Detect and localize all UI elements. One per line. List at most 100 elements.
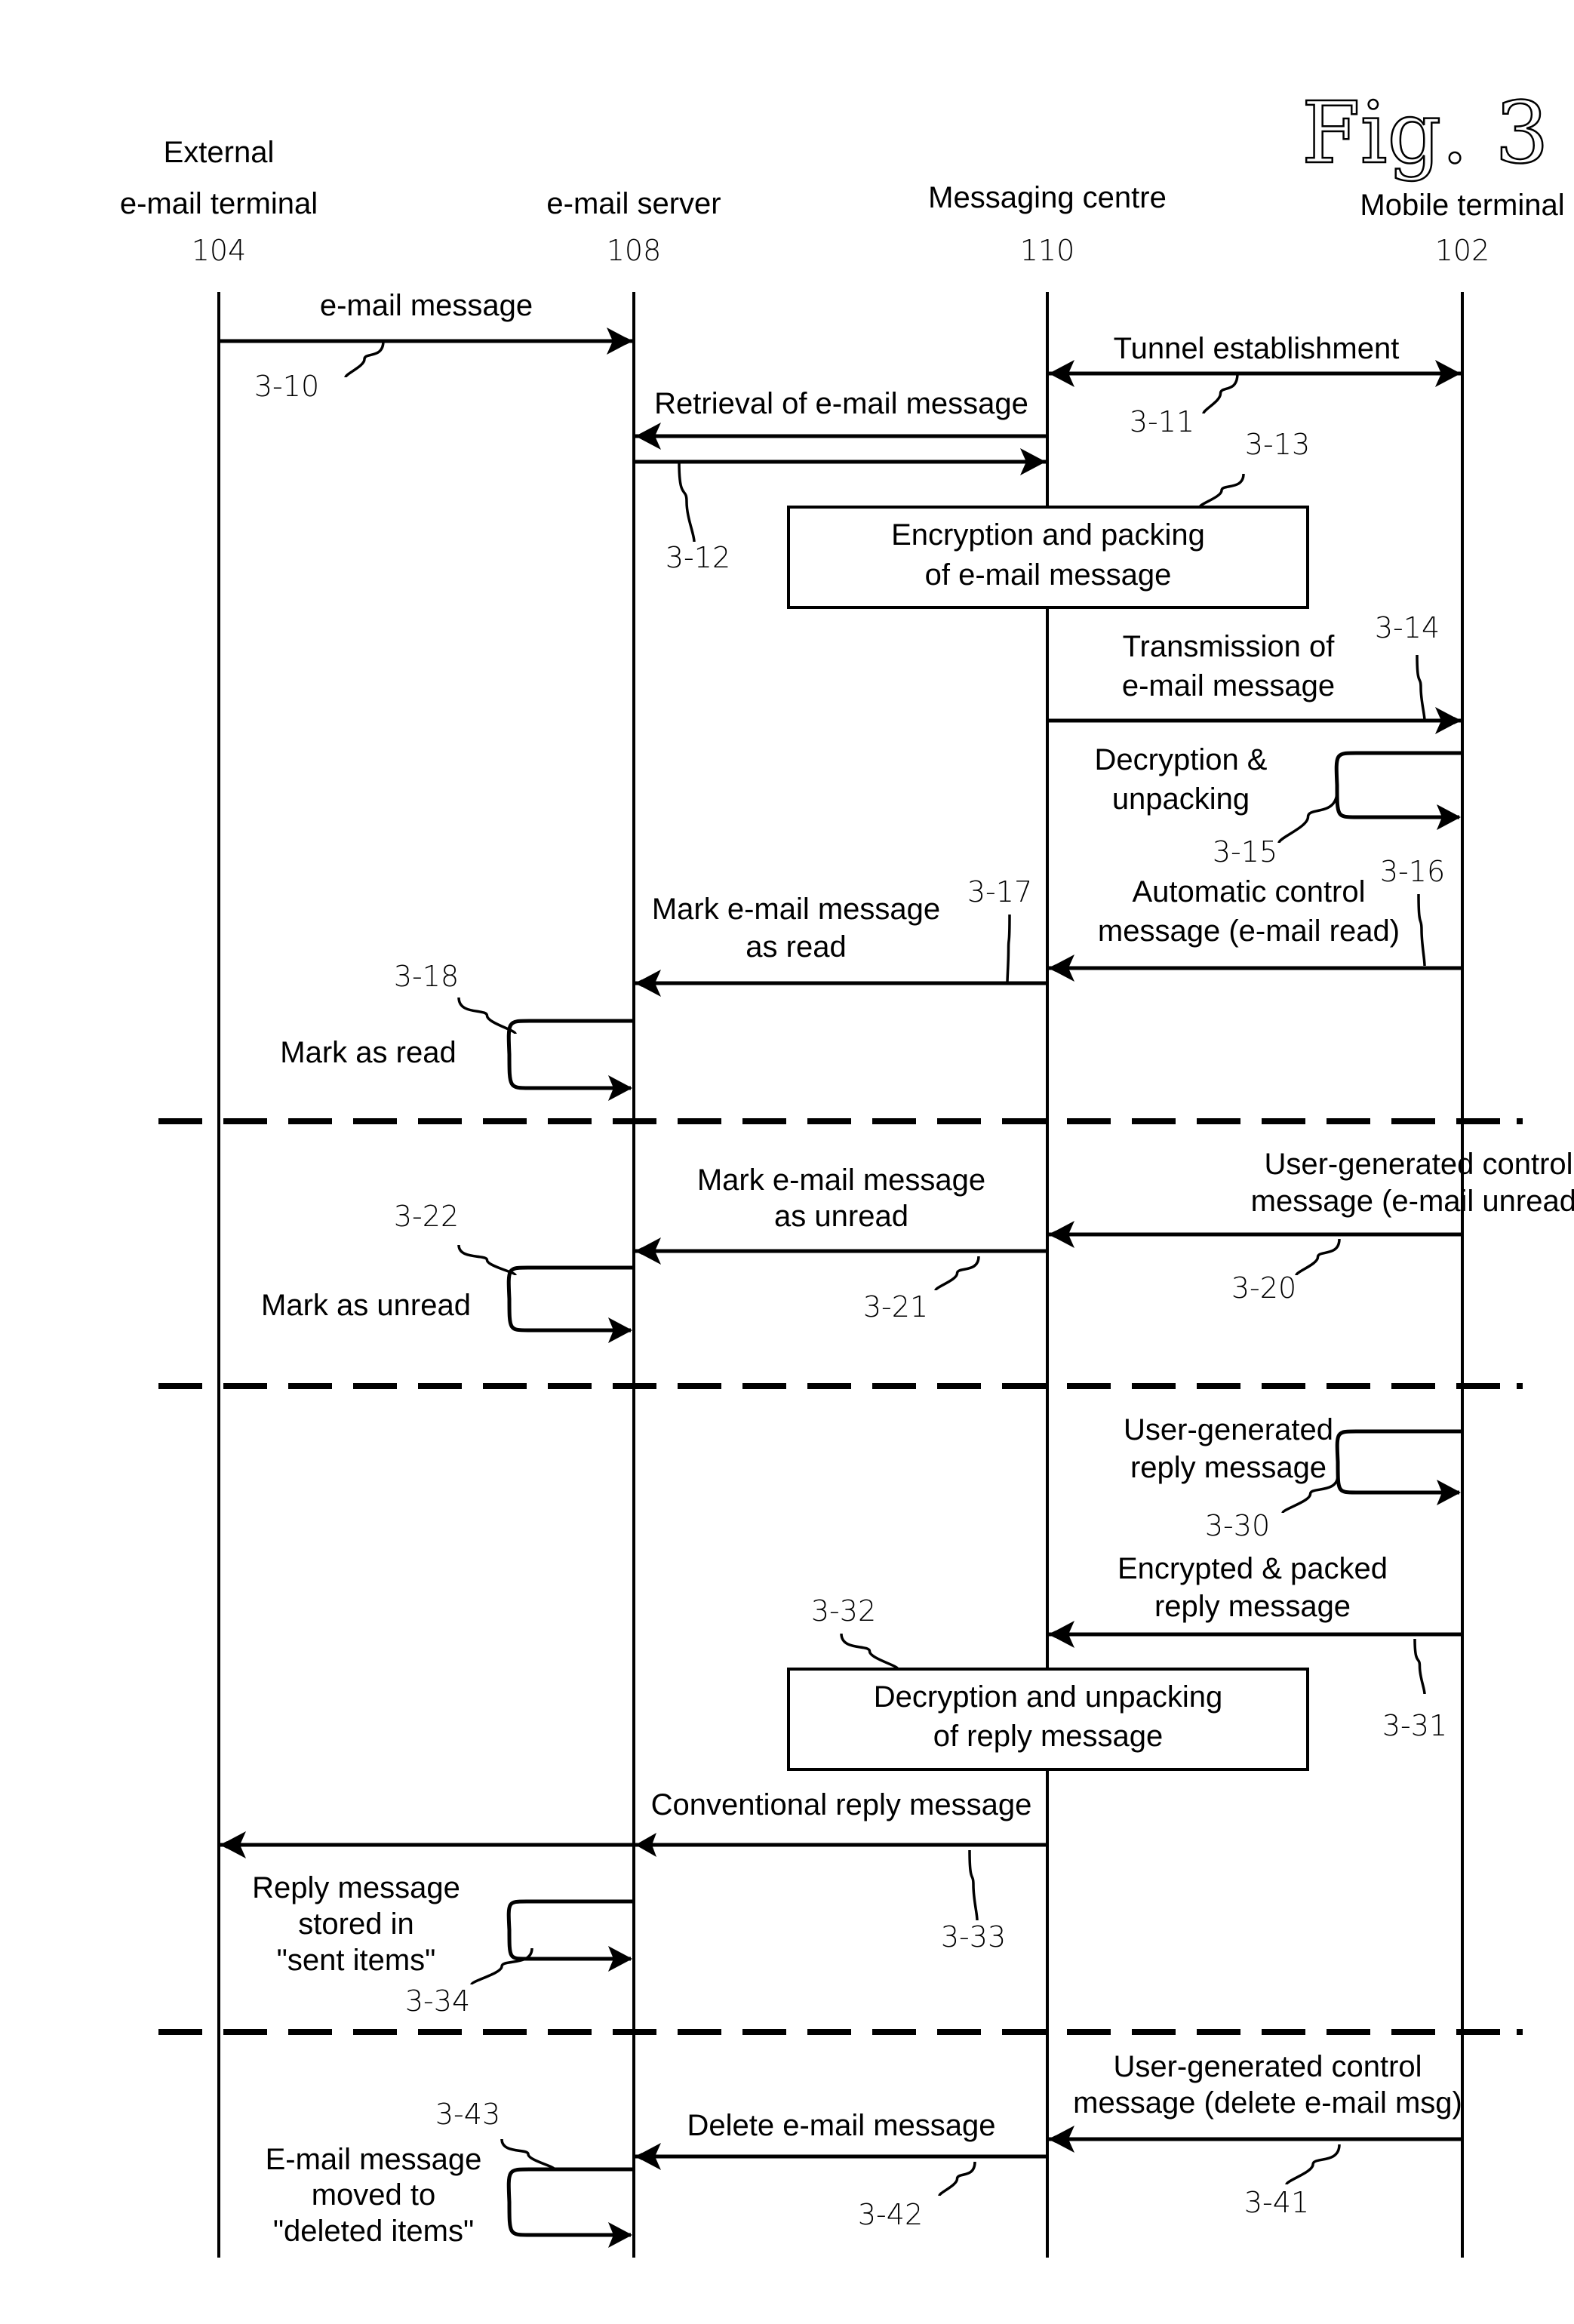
message-label: Reply message	[252, 1871, 460, 1904]
step-ref-number: 3-43	[435, 2098, 500, 2131]
message-label: Decryption &	[1095, 743, 1268, 776]
step-ref-number: 3-22	[394, 1200, 459, 1233]
message-label: Mark e-mail message	[697, 1164, 985, 1197]
reference-leader-line	[934, 1256, 980, 1291]
message-3-30: User-generated reply message 3-30	[1124, 1413, 1462, 1542]
message-3-10: e-mail message 3-10	[219, 289, 633, 403]
message-label: Automatic control	[1132, 875, 1365, 908]
message-3-14: Transmission of e-mail message 3-14	[1047, 611, 1462, 734]
reference-leader-line	[678, 461, 696, 543]
message-label: User-generated	[1124, 1413, 1333, 1446]
self-loop-arrow	[1335, 1429, 1462, 1495]
reference-leader-line	[457, 1244, 517, 1277]
message-label: unpacking	[1112, 782, 1250, 816]
message-label: stored in	[298, 1907, 413, 1941]
message-3-43: E-mail messagemoved to"deleted items" 3-4…	[266, 2098, 634, 2248]
participant-mc: Messaging centre 110	[928, 181, 1167, 267]
message-label: Conventional reply message	[651, 1788, 1032, 1821]
step-ref-number: 3-20	[1231, 1271, 1296, 1305]
message-label: E-mail message	[266, 2143, 482, 2176]
message-label: message (delete e-mail msg)	[1073, 2086, 1462, 2120]
participant-ref-number: 102	[1435, 234, 1490, 267]
message-label: message (e-mail unread)	[1251, 1185, 1574, 1218]
message-label: "sent items"	[277, 1944, 436, 1977]
separator-end-dot	[1517, 1118, 1523, 1124]
reference-leader-line	[1285, 2144, 1341, 2185]
self-loop-arrow	[506, 1265, 634, 1333]
message-label: of e-mail message	[925, 558, 1172, 592]
step-ref-number: 3-34	[405, 1984, 470, 2018]
step-ref-number: 3-14	[1375, 611, 1440, 644]
participant-name: Messaging centre	[928, 181, 1167, 214]
step-ref-number: 3-31	[1382, 1709, 1447, 1742]
step-ref-number: 3-17	[967, 875, 1032, 908]
message-3-18: Mark as read 3-18	[280, 960, 634, 1101]
message-label: Mark as unread	[261, 1289, 471, 1322]
step-ref-number: 3-10	[254, 370, 319, 403]
reference-leader-line	[1006, 914, 1011, 984]
step-ref-number: 3-16	[1380, 855, 1445, 888]
reference-leader-line	[1295, 1238, 1341, 1276]
participant-mob: Mobile terminal 102	[1360, 189, 1564, 267]
message-label: User-generated control	[1264, 1148, 1572, 1181]
reference-leader-line	[500, 2138, 556, 2171]
separator-end-dot	[1517, 1383, 1523, 1389]
message-3-15: Decryption & unpacking 3-15	[1095, 743, 1462, 868]
step-ref-number: 3-13	[1245, 428, 1310, 461]
reference-leader-line	[1198, 473, 1245, 508]
reference-leader-line	[938, 2161, 976, 2196]
step-ref-number: 3-12	[666, 541, 730, 574]
message-label: Mark e-mail message	[652, 893, 940, 926]
message-label: e-mail message	[1122, 669, 1335, 702]
step-ref-number: 3-18	[394, 960, 459, 993]
reference-leader-line	[457, 997, 517, 1035]
message-label: Delete e-mail message	[687, 2109, 995, 2142]
self-loop-arrow	[506, 2167, 634, 2237]
step-ref-number: 3-42	[858, 2198, 923, 2231]
reference-leader-line	[344, 340, 385, 378]
message-label: e-mail message	[320, 289, 533, 322]
message-label: moved to	[312, 2178, 436, 2212]
message-label: Transmission of	[1123, 630, 1336, 663]
participant-name: External	[164, 136, 275, 169]
message-label: "deleted items"	[273, 2215, 474, 2248]
reference-leader-line	[968, 1849, 979, 1921]
participant-name: e-mail server	[546, 187, 721, 220]
self-loop-arrow	[1334, 751, 1462, 819]
message-label: Retrieval of e-mail message	[654, 387, 1028, 420]
message-label: of reply message	[933, 1720, 1164, 1753]
participant-name: e-mail terminal	[120, 187, 318, 220]
participant-ext: External e-mail terminal 104	[120, 136, 318, 267]
participant-name: Mobile terminal	[1360, 189, 1564, 222]
reference-leader-line	[840, 1633, 899, 1671]
message-label: Decryption and unpacking	[874, 1680, 1223, 1714]
participant-ref-number: 108	[607, 234, 662, 267]
message-3-16: Automatic control message (e-mail read) 3-…	[1048, 855, 1462, 982]
message-3-20: User-generated control message (e-mail un…	[1048, 1148, 1574, 1305]
messages: e-mail message 3-10 Tunnel establishment 3-…	[219, 289, 1574, 2248]
reference-leader-line	[470, 1947, 533, 1986]
reference-leader-line	[1202, 373, 1239, 414]
step-ref-number: 3-11	[1130, 405, 1194, 438]
message-label: Tunnel establishment	[1114, 332, 1400, 365]
step-ref-number: 3-33	[941, 1920, 1006, 1954]
reference-leader-line	[1277, 790, 1339, 844]
message-label: Encryption and packing	[891, 518, 1205, 552]
message-label: reply message	[1154, 1590, 1351, 1623]
step-ref-number: 3-32	[811, 1594, 876, 1628]
message-label: User-generated control	[1113, 2050, 1422, 2083]
message-3-21: Mark e-mail messageas unread 3-21	[635, 1164, 1047, 1323]
participant-ref-number: 104	[192, 234, 247, 267]
separator-end-dot	[1517, 2029, 1523, 2035]
message-3-34: Reply messagestored in"sent items" 3-34	[252, 1871, 634, 2018]
message-3-13: Encryption and packing of e-mail message 3…	[787, 428, 1310, 609]
participant-srv: e-mail server 108	[546, 187, 721, 267]
step-ref-number: 3-21	[863, 1290, 928, 1323]
message-3-42: Delete e-mail message 3-42	[635, 2109, 1047, 2231]
message-label: message (e-mail read)	[1098, 915, 1400, 948]
message-label: Encrypted & packed	[1117, 1552, 1388, 1585]
reference-leader-line	[1413, 1638, 1426, 1695]
message-label: Mark as read	[280, 1036, 456, 1069]
participant-ref-number: 110	[1020, 234, 1075, 267]
figure-title: Fig. 3	[1302, 85, 1549, 183]
